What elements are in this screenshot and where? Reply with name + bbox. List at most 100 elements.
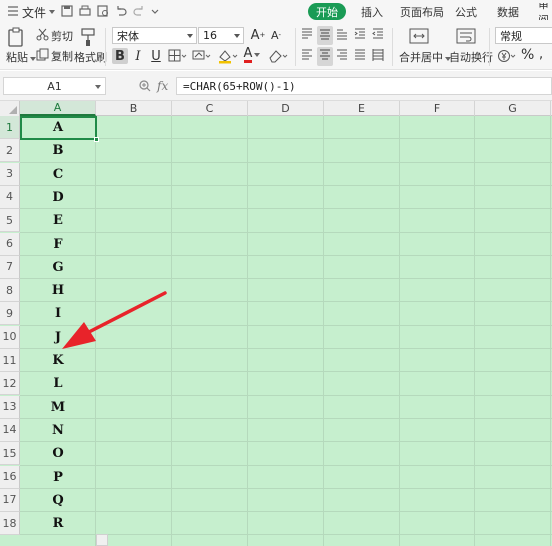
row-header-16[interactable]: 16 <box>0 465 20 489</box>
underline-button[interactable]: U <box>148 48 164 64</box>
row-header-14[interactable]: 14 <box>0 418 20 442</box>
paste-icon[interactable] <box>6 26 26 51</box>
zoom-search-icon[interactable] <box>138 79 152 96</box>
wrap-text-button[interactable]: 自动换行 <box>449 49 493 65</box>
outdent-icon[interactable] <box>371 27 385 44</box>
redo-icon[interactable] <box>132 4 148 20</box>
font-size-select[interactable]: 16 <box>198 27 244 44</box>
cell-a17[interactable]: Q <box>20 489 96 512</box>
row-header-1[interactable]: 1 <box>0 116 20 139</box>
font-name-value: 宋体 <box>117 29 139 43</box>
percent-icon[interactable]: % <box>521 47 534 63</box>
cell-a11[interactable]: K <box>20 349 96 372</box>
grow-font-button[interactable]: A + <box>250 27 266 43</box>
hamburger-menu-icon[interactable] <box>6 4 22 20</box>
fill-icon[interactable] <box>192 49 212 66</box>
indent-icon[interactable] <box>353 27 367 44</box>
cut-button[interactable]: 剪切 <box>51 28 73 44</box>
cell-a10[interactable]: J <box>20 326 96 349</box>
row-header-6[interactable]: 6 <box>0 232 20 256</box>
merge-center-button[interactable]: 合并居中 <box>399 49 451 65</box>
file-menu-label: 文件 <box>22 5 47 20</box>
fill-color-icon[interactable] <box>217 48 239 67</box>
align-top-icon[interactable] <box>300 27 314 44</box>
undo-icon[interactable] <box>114 4 130 20</box>
row-header-3[interactable]: 3 <box>0 162 20 186</box>
row-header-9[interactable]: 9 <box>0 302 20 326</box>
cell-a4[interactable]: D <box>20 186 96 209</box>
cell-a18[interactable]: R <box>20 512 96 535</box>
row-header-12[interactable]: 12 <box>0 372 20 396</box>
align-center-icon[interactable] <box>317 47 333 66</box>
shrink-font-button[interactable]: A- <box>268 27 284 43</box>
tab-home[interactable]: 开始 <box>308 3 346 20</box>
italic-label: I <box>135 48 141 64</box>
cell-a5[interactable]: E <box>20 209 96 232</box>
cell-a8[interactable]: H <box>20 279 96 302</box>
cell-a12[interactable]: L <box>20 372 96 395</box>
row-header-15[interactable]: 15 <box>0 442 20 466</box>
formula-bar: A1 fx =CHAR(65+ROW()-1) <box>0 71 552 101</box>
cell-a1[interactable]: A <box>20 116 96 139</box>
cell-a16[interactable]: P <box>20 466 96 489</box>
spreadsheet-grid[interactable]: ABCDEFG 1 A 2 B 3 C 4 D 5 E 6 F 7 G 8 H 9 I 10 J 11 K 12 L 13 M 14… <box>0 101 552 546</box>
row-header-11[interactable]: 11 <box>0 349 20 372</box>
print-preview-icon[interactable] <box>96 4 112 20</box>
merge-center-icon[interactable] <box>409 27 429 48</box>
row-header-17[interactable]: 17 <box>0 488 20 512</box>
justify-icon[interactable] <box>353 48 367 65</box>
thousands-separator-icon[interactable]: , <box>539 47 543 62</box>
align-left-icon[interactable] <box>300 48 314 65</box>
align-bottom-icon[interactable] <box>335 27 349 44</box>
currency-icon[interactable] <box>497 49 517 66</box>
tab-formulas[interactable]: 公式 <box>455 3 477 20</box>
align-middle-icon[interactable] <box>317 26 333 45</box>
tab-review[interactable]: 审阅 <box>538 3 552 20</box>
font-color-button[interactable]: A <box>242 47 262 63</box>
bold-label: B <box>115 48 125 64</box>
fx-label: fx <box>157 79 169 93</box>
scissors-icon[interactable] <box>36 28 49 44</box>
tab-data[interactable]: 数据 <box>497 3 519 20</box>
format-painter-icon[interactable] <box>80 27 96 50</box>
save-icon[interactable] <box>60 4 76 20</box>
cell-a9[interactable]: I <box>20 302 96 325</box>
formula-input[interactable]: =CHAR(65+ROW()-1) <box>176 77 552 95</box>
name-box[interactable]: A1 <box>3 77 106 95</box>
tab-insert[interactable]: 插入 <box>361 3 383 20</box>
row-header-7[interactable]: 7 <box>0 255 20 279</box>
cell-a3[interactable]: C <box>20 163 96 186</box>
row-header-10[interactable]: 10 <box>0 325 20 349</box>
cell-a2[interactable]: B <box>20 139 96 162</box>
format-painter-button[interactable]: 格式刷 <box>74 49 107 65</box>
row-header-13[interactable]: 13 <box>0 395 20 419</box>
number-format-select[interactable]: 常规 <box>495 27 552 44</box>
italic-button[interactable]: I <box>130 48 146 64</box>
wrap-text-icon[interactable] <box>456 27 476 48</box>
quick-access-dropdown-icon[interactable] <box>150 4 166 20</box>
row-header-8[interactable]: 8 <box>0 279 20 303</box>
copy-button[interactable]: 复制 <box>51 48 73 64</box>
cell-a15[interactable]: O <box>20 442 96 465</box>
row-header-4[interactable]: 4 <box>0 185 20 209</box>
distributed-icon[interactable] <box>371 48 385 65</box>
paste-button[interactable]: 粘贴 <box>6 49 36 65</box>
row-header-2[interactable]: 2 <box>0 139 20 163</box>
copy-icon[interactable] <box>36 48 49 64</box>
cell-a6[interactable]: F <box>20 233 96 256</box>
bold-button[interactable]: B <box>112 48 128 64</box>
clear-format-icon[interactable] <box>268 49 290 66</box>
font-name-select[interactable]: 宋体 <box>112 27 197 44</box>
insert-function-button[interactable]: fx <box>157 79 168 93</box>
file-menu[interactable]: 文件 <box>22 0 56 24</box>
row-header-5[interactable]: 5 <box>0 209 20 233</box>
cell-a7[interactable]: G <box>20 256 96 279</box>
row-header-18[interactable]: 18 <box>0 512 20 536</box>
copy-label: 复制 <box>51 50 73 63</box>
print-icon[interactable] <box>78 4 94 20</box>
cell-a14[interactable]: N <box>20 419 96 442</box>
border-icon[interactable] <box>168 49 188 66</box>
tab-page-layout[interactable]: 页面布局 <box>400 3 444 20</box>
cell-a13[interactable]: M <box>20 396 96 419</box>
align-right-icon[interactable] <box>335 48 349 65</box>
